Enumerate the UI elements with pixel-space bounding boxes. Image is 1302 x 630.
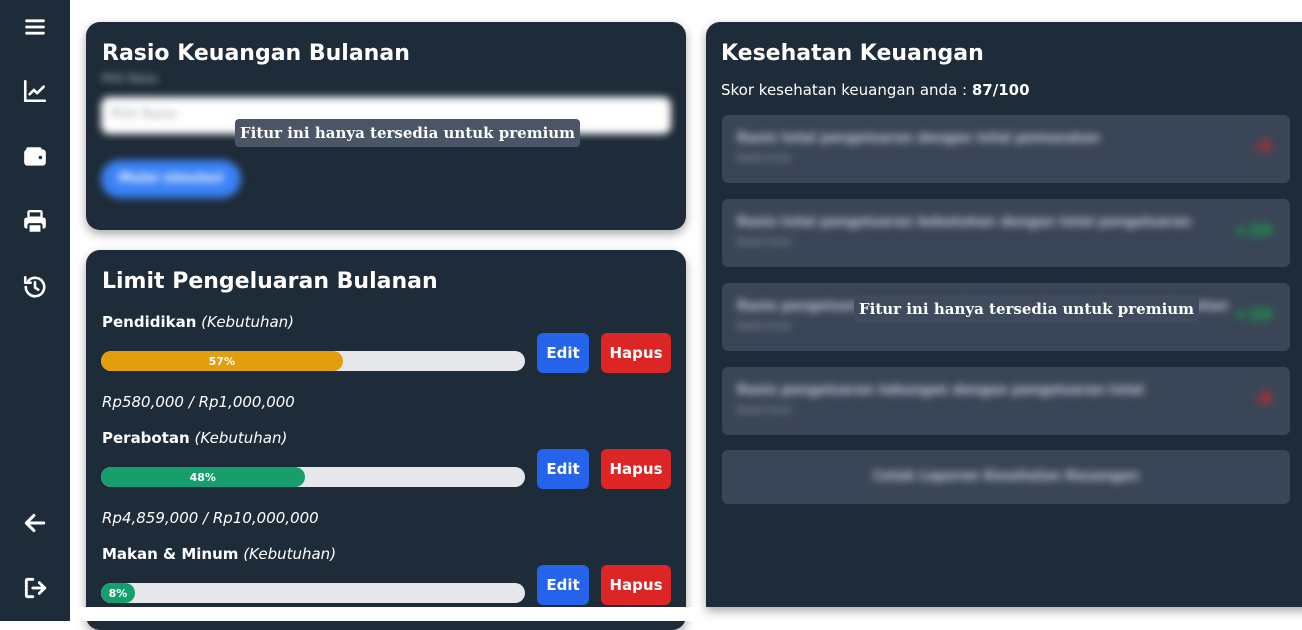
progress-bar: 57% xyxy=(101,351,525,371)
ratio-text: Rasio total pengeluaran dengan total pem… xyxy=(737,131,1100,146)
health-score-label: Skor kesehatan keuangan anda : xyxy=(721,81,972,99)
ratio-row: Rasio total pengeluaran kebutuhan dengan… xyxy=(722,199,1290,267)
limit-item-name: Perabotan (Kebutuhan) xyxy=(102,429,287,447)
arrow-left-icon[interactable] xyxy=(17,505,53,541)
read-more-link: Read more xyxy=(737,321,792,332)
rasio-select-placeholder: Pilih Rasio xyxy=(111,107,177,122)
ratio-row-content: Rasio pengeluaran tabungan dengan pengel… xyxy=(722,367,1290,435)
progress-bar: 48% xyxy=(101,467,525,487)
rasio-title: Rasio Keuangan Bulanan xyxy=(102,41,410,66)
print-report-button[interactable]: Cetak Laporan Kesehatan Keuangan xyxy=(722,450,1290,504)
edit-button[interactable]: Edit xyxy=(537,333,589,373)
history-icon[interactable] xyxy=(17,269,53,305)
rasio-select-label: Pilih Rasio xyxy=(102,72,158,85)
edit-button[interactable]: Edit xyxy=(537,449,589,489)
sidebar xyxy=(0,0,70,621)
print-report-label: Cetak Laporan Kesehatan Keuangan xyxy=(872,469,1140,484)
ratio-score: -8 xyxy=(1253,389,1272,409)
progress-fill: 48% xyxy=(101,467,305,487)
chart-line-icon[interactable] xyxy=(17,73,53,109)
limit-amount: Rp580,000 / Rp1,000,000 xyxy=(102,393,295,411)
ratio-row-content: Rasio total pengeluaran dengan total pem… xyxy=(722,115,1290,183)
category-name: Pendidikan xyxy=(102,313,197,331)
category-type: (Kebutuhan) xyxy=(194,429,288,447)
ratio-text: Rasio pengeluaran tabungan dengan pengel… xyxy=(737,383,1144,398)
limit-item-name: Pendidikan (Kebutuhan) xyxy=(102,313,294,331)
kesehatan-title: Kesehatan Keuangan xyxy=(721,41,984,66)
delete-button[interactable]: Hapus xyxy=(601,333,671,373)
premium-tooltip: Fitur ini hanya tersedia untuk premium xyxy=(854,295,1200,323)
delete-button[interactable]: Hapus xyxy=(601,565,671,605)
start-simulation-button[interactable]: Mulai simulasi xyxy=(101,160,241,198)
read-more-link: Read more xyxy=(737,405,792,416)
read-more-link: Read more xyxy=(737,237,792,248)
menu-icon[interactable] xyxy=(17,9,53,45)
ratio-score: -5 xyxy=(1253,137,1272,157)
category-name: Perabotan xyxy=(102,429,190,447)
ratio-row-content: Rasio total pengeluaran kebutuhan dengan… xyxy=(722,199,1290,267)
category-type: (Kebutuhan) xyxy=(201,313,295,331)
health-score-value: 87/100 xyxy=(971,81,1030,99)
read-more-link: Read more xyxy=(737,153,792,164)
health-score-line: Skor kesehatan keuangan anda : 87/100 xyxy=(721,81,1030,99)
premium-tooltip: Fitur ini hanya tersedia untuk premium xyxy=(235,119,581,147)
ratio-score: +20 xyxy=(1234,221,1272,241)
edit-button[interactable]: Edit xyxy=(537,565,589,605)
limit-title: Limit Pengeluaran Bulanan xyxy=(102,269,438,294)
wallet-icon[interactable] xyxy=(17,139,53,175)
delete-button[interactable]: Hapus xyxy=(601,449,671,489)
progress-fill: 8% xyxy=(101,583,135,603)
logout-icon[interactable] xyxy=(17,570,53,606)
ratio-row: Rasio total pengeluaran dengan total pem… xyxy=(722,115,1290,183)
ratio-score: +20 xyxy=(1234,305,1272,325)
limit-amount: Rp4,859,000 / Rp10,000,000 xyxy=(102,509,319,527)
ratio-row: Rasio pengeluaran tabungan dengan pengel… xyxy=(722,367,1290,435)
page-bottom-strip xyxy=(70,607,1302,621)
progress-bar: 8% xyxy=(101,583,525,603)
printer-icon[interactable] xyxy=(17,204,53,240)
ratio-text: Rasio total pengeluaran kebutuhan dengan… xyxy=(737,215,1192,230)
progress-fill: 57% xyxy=(101,351,343,371)
category-type: (Kebutuhan) xyxy=(243,545,337,563)
limit-item-name: Makan & Minum (Kebutuhan) xyxy=(102,545,336,563)
category-name: Makan & Minum xyxy=(102,545,239,563)
